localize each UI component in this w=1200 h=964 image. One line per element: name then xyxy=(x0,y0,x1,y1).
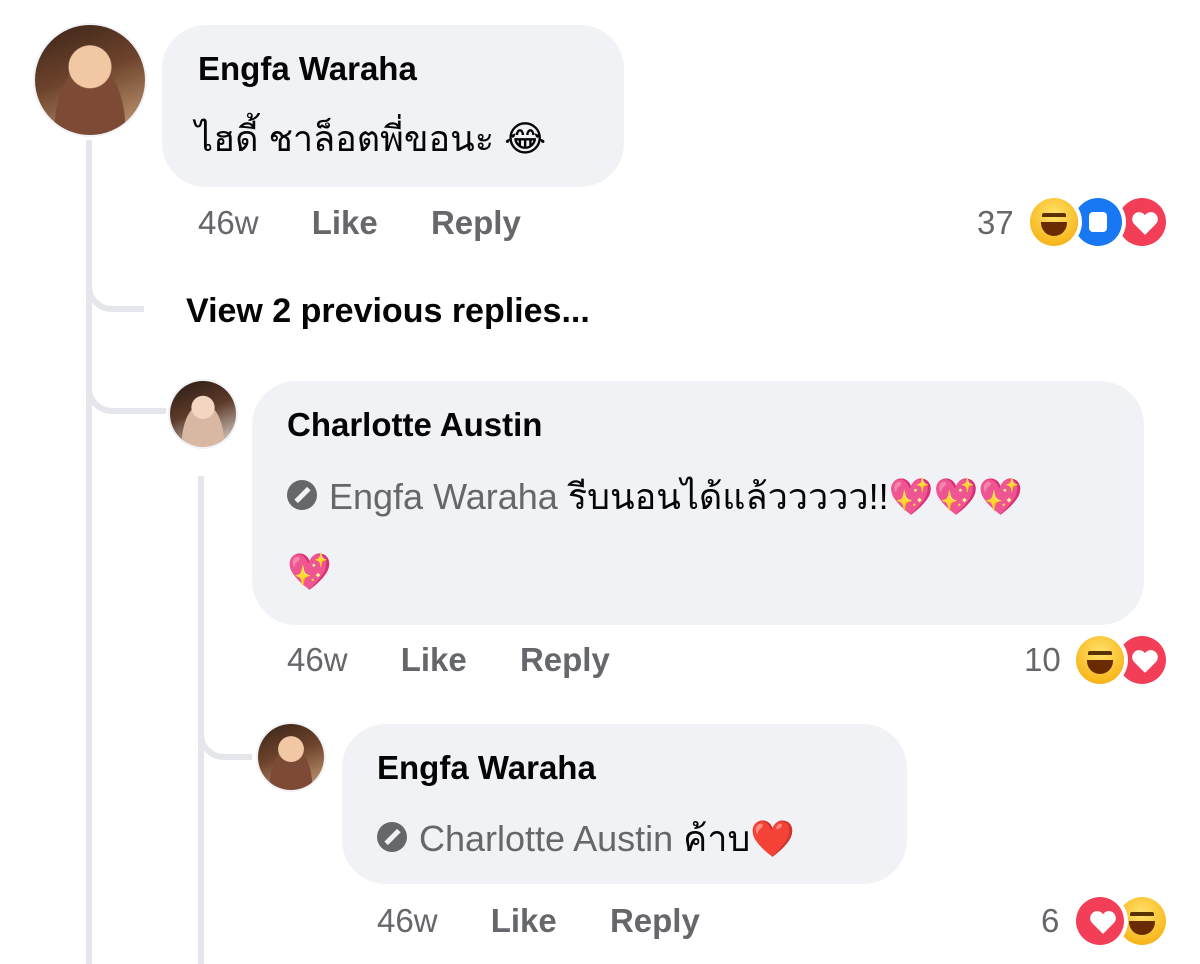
reply-button[interactable]: Reply xyxy=(431,204,521,241)
view-previous-replies-link[interactable]: View 2 previous replies... xyxy=(186,292,590,331)
avatar-charlotte[interactable] xyxy=(170,381,236,447)
love-reaction-icon[interactable] xyxy=(1118,198,1166,246)
like-button[interactable]: Like xyxy=(491,902,557,939)
reply-text-line2: 💖 xyxy=(287,552,332,593)
love-reaction-icon[interactable] xyxy=(1076,897,1124,945)
haha-reaction-icon[interactable] xyxy=(1030,198,1078,246)
reply-time[interactable]: 46w xyxy=(287,641,348,678)
reaction-count[interactable]: 10 xyxy=(1024,641,1061,679)
reply-actions: 46w Like Reply xyxy=(377,902,700,940)
avatar-engfa[interactable] xyxy=(35,25,145,135)
comment-actions: 46w Like Reply xyxy=(198,204,521,242)
tag-icon xyxy=(377,822,407,853)
reaction-count[interactable]: 37 xyxy=(977,204,1014,242)
reply-text-line1: Engfa Waraha รีบนอนได้แล้ววววว!!💖💖💖 xyxy=(287,464,1023,530)
comment-author[interactable]: Engfa Waraha xyxy=(198,50,417,88)
tag-icon xyxy=(287,480,317,511)
comment-time[interactable]: 46w xyxy=(198,204,259,241)
thread-curve-reply2 xyxy=(198,700,252,760)
like-button[interactable]: Like xyxy=(401,641,467,678)
comment-text: ไฮดี้ ชาล็อตพี่ขอนะ 😂 xyxy=(195,118,547,159)
haha-reaction-icon[interactable] xyxy=(1118,897,1166,945)
tagged-user[interactable]: Engfa Waraha xyxy=(329,476,558,517)
reply-author[interactable]: Engfa Waraha xyxy=(377,749,596,787)
reaction-count[interactable]: 6 xyxy=(1041,902,1059,940)
reply-message: รีบนอนได้แล้ววววว!!💖💖💖 xyxy=(557,476,1024,517)
tagged-user[interactable]: Charlotte Austin xyxy=(419,818,673,859)
thread-curve-view-replies xyxy=(86,250,144,312)
like-reaction-icon[interactable] xyxy=(1074,198,1122,246)
reply-message: ค้าบ❤️ xyxy=(673,818,796,859)
reply-button[interactable]: Reply xyxy=(610,902,700,939)
reply-actions: 46w Like Reply xyxy=(287,641,610,679)
avatar-engfa[interactable] xyxy=(258,724,324,790)
reply-time[interactable]: 46w xyxy=(377,902,438,939)
reply-button[interactable]: Reply xyxy=(520,641,610,678)
reply-text: Charlotte Austin ค้าบ❤️ xyxy=(377,806,795,872)
haha-reaction-icon[interactable] xyxy=(1076,636,1124,684)
reply-author[interactable]: Charlotte Austin xyxy=(287,406,542,444)
thread-curve-reply1 xyxy=(86,350,166,414)
love-reaction-icon[interactable] xyxy=(1118,636,1166,684)
like-button[interactable]: Like xyxy=(312,204,378,241)
